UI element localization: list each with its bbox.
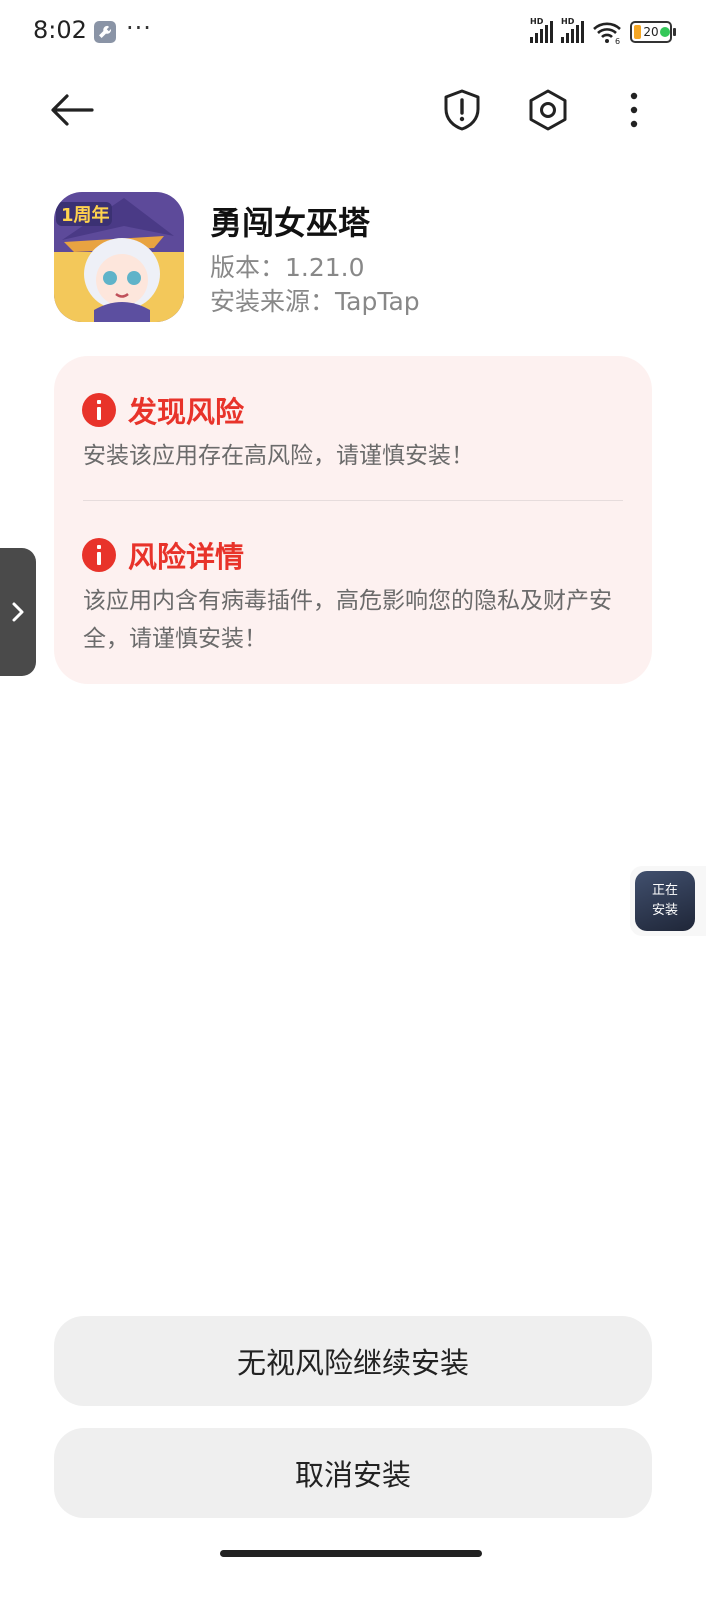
risk-found-title: 发现风险 <box>128 395 245 429</box>
cellular-signal-icon: HD <box>561 17 584 43</box>
top-app-bar <box>0 72 720 148</box>
svg-text:1周年: 1周年 <box>61 204 110 226</box>
app-name: 勇闯女巫塔 <box>210 204 371 242</box>
status-indicators: HD HD 6 20 <box>530 17 676 46</box>
risk-detail-header: 风险详情 <box>82 534 244 576</box>
shield-alert-icon[interactable] <box>424 72 500 148</box>
installing-thumbnail: 正在 安装 <box>635 871 695 931</box>
installing-floating-widget[interactable]: 正在 安装 <box>630 866 706 936</box>
svg-text:6: 6 <box>615 37 620 44</box>
risk-found-header: 发现风险 <box>82 389 244 431</box>
more-vertical-icon[interactable] <box>596 72 672 148</box>
settings-hexagon-icon[interactable] <box>510 72 586 148</box>
divider <box>83 500 623 501</box>
risk-found-text: 安装该应用存在高风险，请谨慎安装！ <box>83 443 474 469</box>
status-time: 8:02 <box>33 16 87 44</box>
home-indicator[interactable] <box>220 1550 482 1557</box>
continue-install-button[interactable]: 无视风险继续安装 <box>54 1316 652 1406</box>
wrench-icon <box>94 21 116 43</box>
risk-detail-title: 风险详情 <box>128 540 245 574</box>
status-bar: 8:02 ··· HD HD 6 20 <box>0 0 720 64</box>
side-panel-handle[interactable] <box>0 548 36 676</box>
wifi-icon: 6 <box>592 20 622 46</box>
chevron-right-icon <box>12 602 24 622</box>
back-arrow-icon[interactable] <box>34 72 110 148</box>
privacy-indicator-dot <box>660 27 670 37</box>
app-version: 版本：1.21.0 <box>210 253 365 282</box>
risk-warning-card: 发现风险 安装该应用存在高风险，请谨慎安装！ 风险详情 该应用内含有病毒插件，高… <box>54 356 652 684</box>
cellular-signal-icon: HD <box>530 17 553 43</box>
install-source: 安装来源：TapTap <box>210 287 420 316</box>
warning-info-icon <box>82 393 116 427</box>
notification-more-icon: ··· <box>126 14 152 42</box>
risk-detail-text: 该应用内含有病毒插件，高危影响您的隐私及财产安全，请谨慎安装！ <box>83 588 612 652</box>
cancel-install-button[interactable]: 取消安装 <box>54 1428 652 1518</box>
app-icon: 1周年 <box>54 192 184 322</box>
warning-info-icon <box>82 538 116 572</box>
